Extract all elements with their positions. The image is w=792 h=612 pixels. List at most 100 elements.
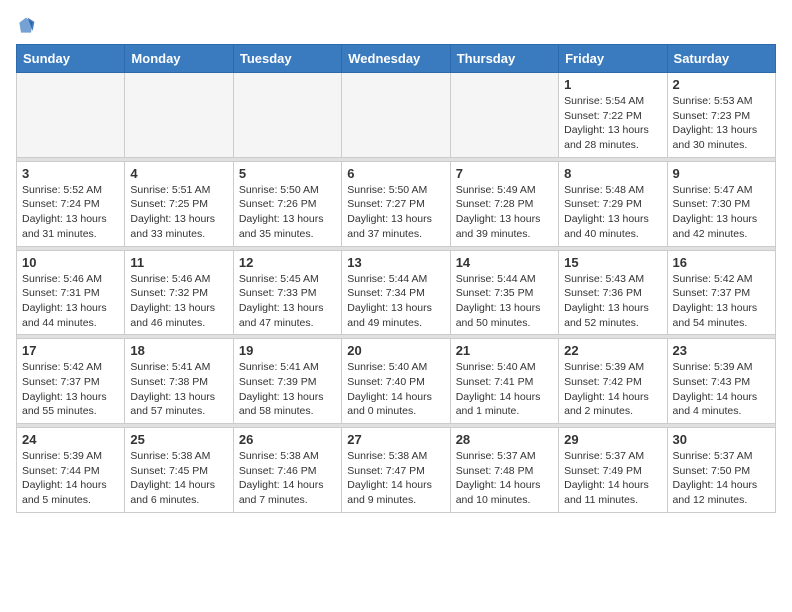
day-number: 15 xyxy=(564,255,661,270)
calendar-cell: 3 Sunrise: 5:52 AMSunset: 7:24 PMDaylight… xyxy=(17,161,125,246)
day-number: 18 xyxy=(130,343,227,358)
day-number: 21 xyxy=(456,343,553,358)
day-number: 24 xyxy=(22,432,119,447)
day-number: 5 xyxy=(239,166,336,181)
day-info: Sunrise: 5:45 AMSunset: 7:33 PMDaylight:… xyxy=(239,272,336,331)
calendar-cell: 28 Sunrise: 5:37 AMSunset: 7:48 PMDayligh… xyxy=(450,428,558,513)
calendar-cell: 24 Sunrise: 5:39 AMSunset: 7:44 PMDayligh… xyxy=(17,428,125,513)
calendar-cell: 19 Sunrise: 5:41 AMSunset: 7:39 PMDayligh… xyxy=(233,339,341,424)
day-info: Sunrise: 5:49 AMSunset: 7:28 PMDaylight:… xyxy=(456,183,553,242)
day-number: 28 xyxy=(456,432,553,447)
day-number: 9 xyxy=(673,166,770,181)
calendar-cell: 27 Sunrise: 5:38 AMSunset: 7:47 PMDayligh… xyxy=(342,428,450,513)
day-info: Sunrise: 5:42 AMSunset: 7:37 PMDaylight:… xyxy=(673,272,770,331)
day-number: 29 xyxy=(564,432,661,447)
day-info: Sunrise: 5:51 AMSunset: 7:25 PMDaylight:… xyxy=(130,183,227,242)
day-info: Sunrise: 5:47 AMSunset: 7:30 PMDaylight:… xyxy=(673,183,770,242)
calendar-cell: 13 Sunrise: 5:44 AMSunset: 7:34 PMDayligh… xyxy=(342,250,450,335)
day-info: Sunrise: 5:52 AMSunset: 7:24 PMDaylight:… xyxy=(22,183,119,242)
day-number: 17 xyxy=(22,343,119,358)
calendar-cell: 1 Sunrise: 5:54 AMSunset: 7:22 PMDaylight… xyxy=(559,73,667,158)
day-info: Sunrise: 5:44 AMSunset: 7:34 PMDaylight:… xyxy=(347,272,444,331)
day-info: Sunrise: 5:50 AMSunset: 7:26 PMDaylight:… xyxy=(239,183,336,242)
day-number: 25 xyxy=(130,432,227,447)
calendar-cell xyxy=(450,73,558,158)
day-info: Sunrise: 5:46 AMSunset: 7:32 PMDaylight:… xyxy=(130,272,227,331)
day-number: 1 xyxy=(564,77,661,92)
day-info: Sunrise: 5:37 AMSunset: 7:50 PMDaylight:… xyxy=(673,449,770,508)
calendar-cell: 25 Sunrise: 5:38 AMSunset: 7:45 PMDayligh… xyxy=(125,428,233,513)
day-number: 2 xyxy=(673,77,770,92)
header xyxy=(16,16,776,36)
calendar-cell: 29 Sunrise: 5:37 AMSunset: 7:49 PMDayligh… xyxy=(559,428,667,513)
calendar-cell xyxy=(17,73,125,158)
calendar-cell: 16 Sunrise: 5:42 AMSunset: 7:37 PMDayligh… xyxy=(667,250,775,335)
calendar-cell: 23Sunrise: 5:39 AMSunset: 7:43 PMDayligh… xyxy=(667,339,775,424)
calendar-cell: 26Sunrise: 5:38 AMSunset: 7:46 PMDayligh… xyxy=(233,428,341,513)
day-info: Sunrise: 5:48 AMSunset: 7:29 PMDaylight:… xyxy=(564,183,661,242)
calendar-cell: 11Sunrise: 5:46 AMSunset: 7:32 PMDayligh… xyxy=(125,250,233,335)
logo-icon xyxy=(16,16,36,36)
calendar-cell: 5 Sunrise: 5:50 AMSunset: 7:26 PMDaylight… xyxy=(233,161,341,246)
day-number: 14 xyxy=(456,255,553,270)
day-number: 13 xyxy=(347,255,444,270)
day-number: 6 xyxy=(347,166,444,181)
day-number: 26 xyxy=(239,432,336,447)
day-info: Sunrise: 5:40 AMSunset: 7:41 PMDaylight:… xyxy=(456,360,553,419)
calendar-cell: 4 Sunrise: 5:51 AMSunset: 7:25 PMDaylight… xyxy=(125,161,233,246)
calendar-cell: 14 Sunrise: 5:44 AMSunset: 7:35 PMDayligh… xyxy=(450,250,558,335)
day-number: 10 xyxy=(22,255,119,270)
day-info: Sunrise: 5:39 AMSunset: 7:42 PMDaylight:… xyxy=(564,360,661,419)
logo xyxy=(16,16,40,36)
day-number: 4 xyxy=(130,166,227,181)
weekday-header-monday: Monday xyxy=(125,45,233,73)
calendar-cell: 6 Sunrise: 5:50 AMSunset: 7:27 PMDaylight… xyxy=(342,161,450,246)
weekday-header-saturday: Saturday xyxy=(667,45,775,73)
day-info: Sunrise: 5:39 AMSunset: 7:44 PMDaylight:… xyxy=(22,449,119,508)
day-number: 19 xyxy=(239,343,336,358)
calendar-row: 10 Sunrise: 5:46 AMSunset: 7:31 PMDayligh… xyxy=(17,250,776,335)
calendar-row: 1 Sunrise: 5:54 AMSunset: 7:22 PMDaylight… xyxy=(17,73,776,158)
day-info: Sunrise: 5:44 AMSunset: 7:35 PMDaylight:… xyxy=(456,272,553,331)
day-info: Sunrise: 5:41 AMSunset: 7:39 PMDaylight:… xyxy=(239,360,336,419)
day-number: 3 xyxy=(22,166,119,181)
day-info: Sunrise: 5:37 AMSunset: 7:48 PMDaylight:… xyxy=(456,449,553,508)
calendar-cell: 9 Sunrise: 5:47 AMSunset: 7:30 PMDaylight… xyxy=(667,161,775,246)
calendar-cell: 17 Sunrise: 5:42 AMSunset: 7:37 PMDayligh… xyxy=(17,339,125,424)
day-info: Sunrise: 5:46 AMSunset: 7:31 PMDaylight:… xyxy=(22,272,119,331)
calendar: SundayMondayTuesdayWednesdayThursdayFrid… xyxy=(16,44,776,513)
day-number: 7 xyxy=(456,166,553,181)
calendar-cell: 8 Sunrise: 5:48 AMSunset: 7:29 PMDaylight… xyxy=(559,161,667,246)
day-number: 22 xyxy=(564,343,661,358)
day-info: Sunrise: 5:37 AMSunset: 7:49 PMDaylight:… xyxy=(564,449,661,508)
calendar-cell: 18 Sunrise: 5:41 AMSunset: 7:38 PMDayligh… xyxy=(125,339,233,424)
day-info: Sunrise: 5:38 AMSunset: 7:47 PMDaylight:… xyxy=(347,449,444,508)
weekday-header-wednesday: Wednesday xyxy=(342,45,450,73)
weekday-header-friday: Friday xyxy=(559,45,667,73)
day-number: 23 xyxy=(673,343,770,358)
day-info: Sunrise: 5:40 AMSunset: 7:40 PMDaylight:… xyxy=(347,360,444,419)
calendar-cell: 10 Sunrise: 5:46 AMSunset: 7:31 PMDayligh… xyxy=(17,250,125,335)
calendar-cell: 12Sunrise: 5:45 AMSunset: 7:33 PMDayligh… xyxy=(233,250,341,335)
day-info: Sunrise: 5:50 AMSunset: 7:27 PMDaylight:… xyxy=(347,183,444,242)
day-number: 27 xyxy=(347,432,444,447)
day-info: Sunrise: 5:38 AMSunset: 7:45 PMDaylight:… xyxy=(130,449,227,508)
day-info: Sunrise: 5:53 AMSunset: 7:23 PMDaylight:… xyxy=(673,94,770,153)
calendar-cell xyxy=(342,73,450,158)
day-info: Sunrise: 5:54 AMSunset: 7:22 PMDaylight:… xyxy=(564,94,661,153)
calendar-cell: 22 Sunrise: 5:39 AMSunset: 7:42 PMDayligh… xyxy=(559,339,667,424)
calendar-cell: 30Sunrise: 5:37 AMSunset: 7:50 PMDayligh… xyxy=(667,428,775,513)
calendar-row: 24 Sunrise: 5:39 AMSunset: 7:44 PMDayligh… xyxy=(17,428,776,513)
day-number: 16 xyxy=(673,255,770,270)
day-number: 8 xyxy=(564,166,661,181)
calendar-cell: 7 Sunrise: 5:49 AMSunset: 7:28 PMDaylight… xyxy=(450,161,558,246)
day-info: Sunrise: 5:43 AMSunset: 7:36 PMDaylight:… xyxy=(564,272,661,331)
calendar-cell: 20Sunrise: 5:40 AMSunset: 7:40 PMDayligh… xyxy=(342,339,450,424)
day-info: Sunrise: 5:42 AMSunset: 7:37 PMDaylight:… xyxy=(22,360,119,419)
calendar-cell: 2 Sunrise: 5:53 AMSunset: 7:23 PMDaylight… xyxy=(667,73,775,158)
weekday-header-sunday: Sunday xyxy=(17,45,125,73)
calendar-cell xyxy=(233,73,341,158)
calendar-row: 3 Sunrise: 5:52 AMSunset: 7:24 PMDaylight… xyxy=(17,161,776,246)
calendar-cell: 15 Sunrise: 5:43 AMSunset: 7:36 PMDayligh… xyxy=(559,250,667,335)
day-info: Sunrise: 5:41 AMSunset: 7:38 PMDaylight:… xyxy=(130,360,227,419)
